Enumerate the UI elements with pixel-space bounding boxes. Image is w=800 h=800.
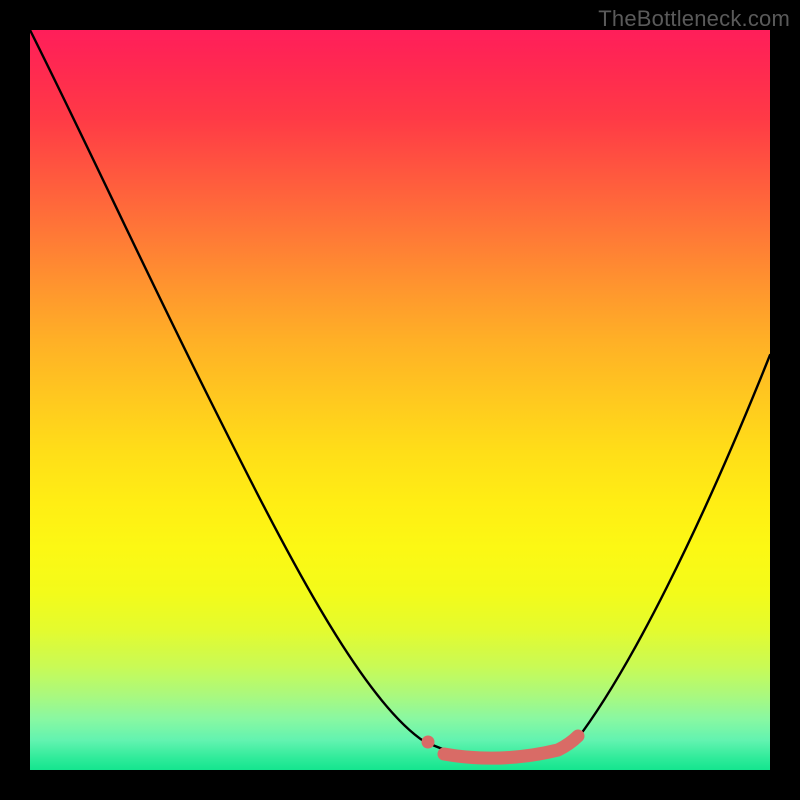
marker-dot bbox=[422, 736, 435, 749]
marker-band bbox=[444, 736, 578, 758]
chart-container: TheBottleneck.com bbox=[0, 0, 800, 800]
bottleneck-curve bbox=[30, 30, 770, 758]
curve-overlay bbox=[30, 30, 770, 770]
plot-area bbox=[30, 30, 770, 770]
watermark-text: TheBottleneck.com bbox=[598, 6, 790, 32]
